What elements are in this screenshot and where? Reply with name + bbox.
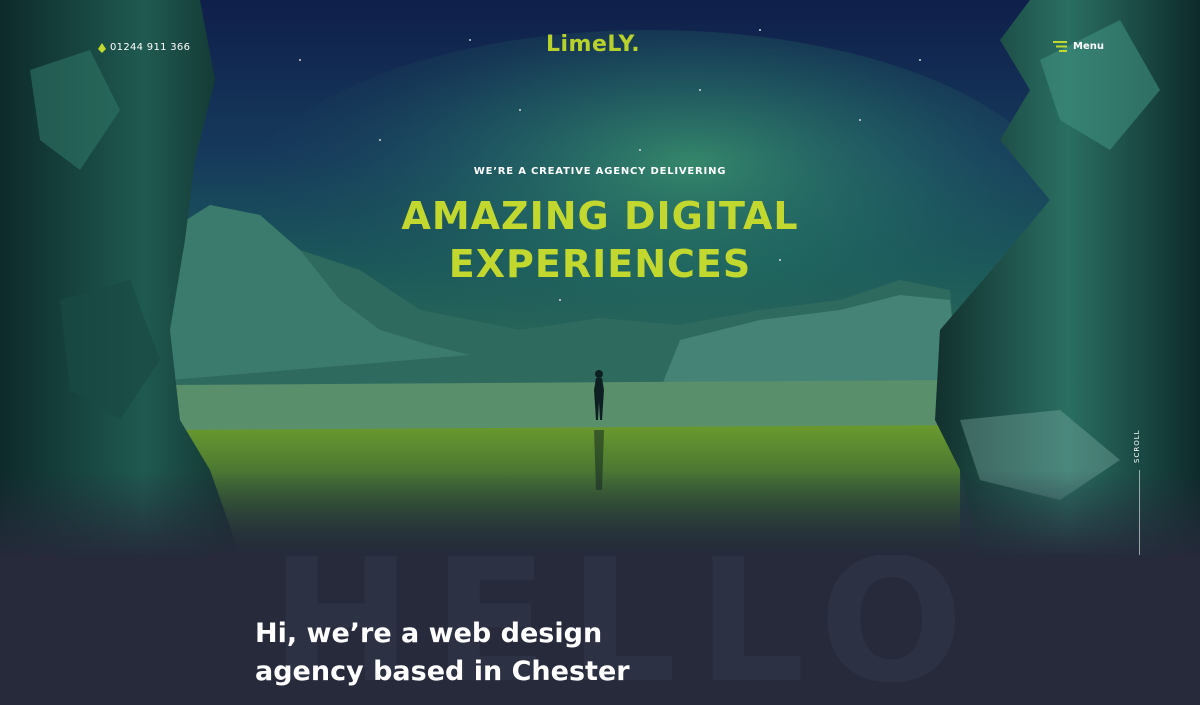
menu-button[interactable]: Menu	[1053, 41, 1104, 52]
menu-label: Menu	[1073, 41, 1104, 52]
hero-headline: AMAZING DIGITAL EXPERIENCES	[0, 192, 1200, 288]
site-logo[interactable]: LimeLY.	[546, 32, 640, 57]
hero-section: 01244 911 366 LimeLY. Menu WE’RE A CREAT…	[0, 0, 1200, 555]
intro-heading-line-1: Hi, we’re a web design	[255, 618, 603, 649]
intro-heading-line-2: agency based in Chester	[255, 656, 630, 687]
scroll-line	[1139, 470, 1140, 555]
intro-section: HELLO Hi, we’re a web design agency base…	[0, 555, 1200, 705]
phone-icon	[98, 42, 106, 53]
hero-kicker: WE’RE A CREATIVE AGENCY DELIVERING	[473, 166, 727, 177]
phone-number-link[interactable]: 01244 911 366	[98, 42, 190, 53]
menu-icon	[1053, 41, 1067, 52]
intro-heading: Hi, we’re a web design agency based in C…	[255, 615, 775, 691]
scroll-label: SCROLL	[1133, 429, 1141, 463]
scroll-indicator[interactable]: SCROLL	[1133, 425, 1145, 555]
phone-number: 01244 911 366	[110, 42, 191, 53]
hero-headline-line-2: EXPERIENCES	[448, 242, 752, 286]
hero-headline-line-1: AMAZING DIGITAL	[401, 194, 799, 238]
